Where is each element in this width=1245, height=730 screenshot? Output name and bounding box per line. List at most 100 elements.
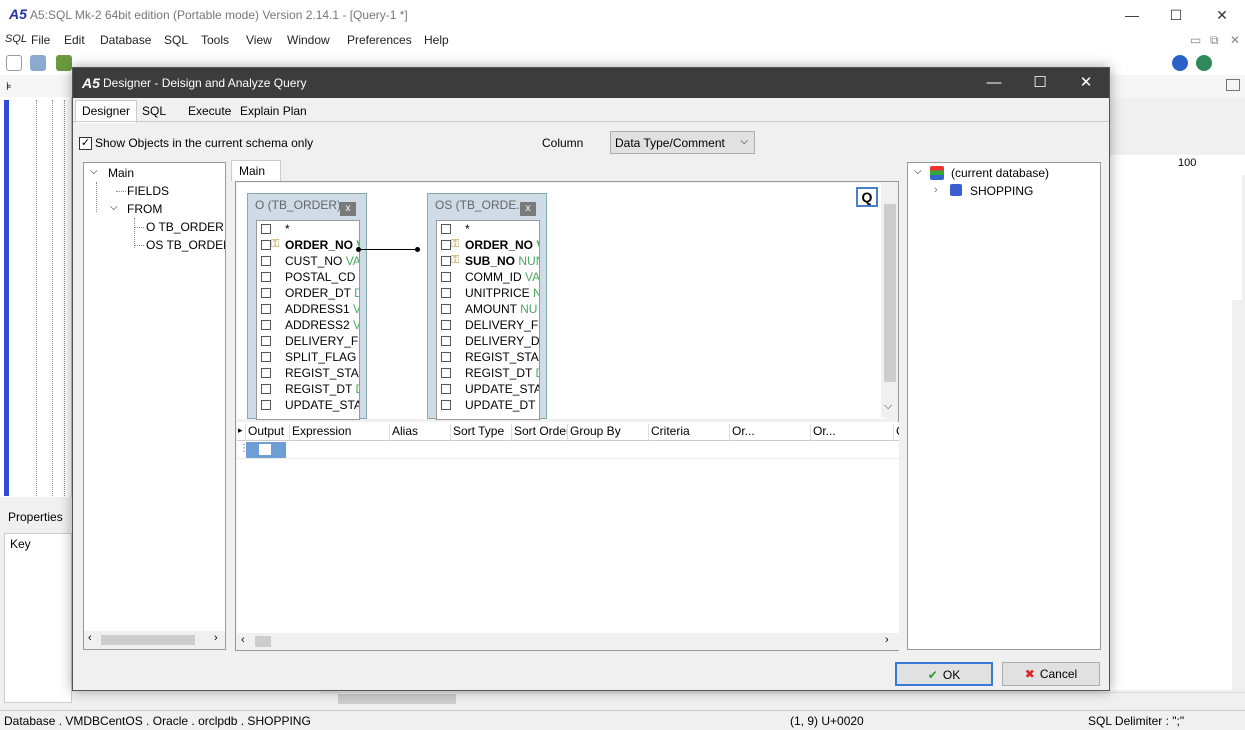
column-checkbox[interactable] xyxy=(441,352,451,362)
table-canvas[interactable]: Q O (TB_ORDER) x * ⚿ORDER_NO V CUST_NO V… xyxy=(237,183,885,420)
cancel-button[interactable]: ✖ Cancel xyxy=(1002,662,1100,686)
column-checkbox[interactable] xyxy=(261,384,271,394)
scroll-left-icon[interactable]: ‹ xyxy=(241,634,245,646)
table-box-tb-order-s[interactable]: OS (TB_ORDE... x * ⚿ORDER_NO V ⚿SUB_NO N… xyxy=(427,193,547,420)
grid-column-header[interactable]: Alias xyxy=(389,424,450,441)
column-checkbox[interactable] xyxy=(261,288,271,298)
tree-node-table[interactable]: O TB_ORDER xyxy=(146,220,224,234)
grid-row[interactable]: ⋮ xyxy=(237,441,899,459)
new-file-icon[interactable] xyxy=(6,55,22,71)
tree-node-fields[interactable]: FIELDS xyxy=(127,184,169,198)
column-row[interactable]: CUST_NO VAR xyxy=(257,253,359,269)
chevron-down-icon[interactable]: ⌵ xyxy=(110,202,118,213)
grid-column-header[interactable]: Or... xyxy=(729,424,810,441)
scroll-down-icon[interactable]: ⌵ xyxy=(884,400,892,413)
dialog-close-button[interactable]: ✕ xyxy=(1063,68,1109,98)
grid-column-header[interactable]: Output xyxy=(245,424,289,441)
column-row[interactable]: * xyxy=(437,221,539,237)
column-row[interactable]: DELIVERY_FLA xyxy=(437,317,539,333)
tree-toggle-icon[interactable]: ⊧ xyxy=(6,80,12,93)
column-checkbox[interactable] xyxy=(441,384,451,394)
column-row[interactable]: * xyxy=(257,221,359,237)
editor-horizontal-scrollbar[interactable] xyxy=(320,692,1245,706)
column-row[interactable]: DELIVERY_FLA xyxy=(257,333,359,349)
grid-column-header[interactable]: Expression xyxy=(289,424,389,441)
chevron-down-icon[interactable]: ⌵ xyxy=(90,166,98,177)
column-checkbox[interactable] xyxy=(261,368,271,378)
tab-main[interactable]: Main xyxy=(231,160,281,181)
menu-edit[interactable]: Edit xyxy=(64,33,85,47)
column-row[interactable]: ORDER_DT DA xyxy=(257,285,359,301)
column-row[interactable]: REGIST_DT DA xyxy=(257,381,359,397)
column-row[interactable]: COMM_ID VA xyxy=(437,269,539,285)
tree-node-table[interactable]: OS TB_ORDER_S xyxy=(146,238,225,252)
mdi-close-button[interactable]: ✕ xyxy=(1230,33,1240,47)
column-checkbox[interactable] xyxy=(261,272,271,282)
ok-button[interactable]: ✔ OK xyxy=(895,662,993,686)
scroll-left-icon[interactable]: ‹ xyxy=(88,632,92,644)
grid-horizontal-scrollbar[interactable]: ‹ › xyxy=(237,633,899,650)
tree-node-main[interactable]: Main xyxy=(108,166,134,180)
help-icon[interactable] xyxy=(1172,55,1188,71)
canvas-scroll-thumb[interactable] xyxy=(884,204,896,382)
column-checkbox[interactable] xyxy=(441,224,451,234)
tab-explain-plan[interactable]: Explain Plan xyxy=(233,100,314,121)
tree-horizontal-scrollbar[interactable]: ‹ › xyxy=(84,631,225,649)
menu-preferences[interactable]: Preferences xyxy=(347,33,412,47)
web-icon[interactable] xyxy=(1196,55,1212,71)
tree-scroll-thumb[interactable] xyxy=(101,635,195,645)
grid-column-header[interactable]: Criteria xyxy=(648,424,729,441)
column-row[interactable]: DELIVERY_DAT xyxy=(437,333,539,349)
column-checkbox[interactable] xyxy=(441,304,451,314)
tree-node-from[interactable]: FROM xyxy=(127,202,162,216)
show-objects-checkbox[interactable]: ✓ xyxy=(79,137,92,150)
column-checkbox[interactable] xyxy=(261,320,271,330)
column-checkbox[interactable] xyxy=(441,256,451,266)
dialog-maximize-button[interactable]: ☐ xyxy=(1017,68,1063,98)
column-row[interactable]: ADDRESS2 VA xyxy=(257,317,359,333)
column-checkbox[interactable] xyxy=(261,304,271,314)
column-row[interactable]: SPLIT_FLAG C xyxy=(257,349,359,365)
column-mode-select[interactable]: Data Type/Comment ⌵ xyxy=(610,131,755,154)
output-checkbox[interactable] xyxy=(259,444,271,455)
column-checkbox[interactable] xyxy=(261,400,271,410)
column-row[interactable]: ⚿ SUB_NO NUN xyxy=(437,253,539,269)
grid-column-header[interactable]: Group By xyxy=(567,424,648,441)
close-icon[interactable]: x xyxy=(520,202,536,216)
main-maximize-button[interactable]: ☐ xyxy=(1153,0,1199,31)
column-row[interactable]: UPDATE_STAF xyxy=(257,397,359,413)
panel-toggle-icon[interactable] xyxy=(1226,79,1240,91)
column-checkbox[interactable] xyxy=(441,368,451,378)
close-icon[interactable]: x xyxy=(340,202,356,216)
mdi-minimize-button[interactable]: ▭ xyxy=(1190,33,1201,47)
chevron-down-icon[interactable]: ⌵ xyxy=(914,166,922,177)
column-row[interactable]: ADDRESS1 VA xyxy=(257,301,359,317)
tab-sql[interactable]: SQL xyxy=(135,100,173,121)
table-box-tb-order[interactable]: O (TB_ORDER) x * ⚿ORDER_NO V CUST_NO VAR… xyxy=(247,193,367,420)
column-checkbox[interactable] xyxy=(441,288,451,298)
join-relation-line[interactable] xyxy=(357,249,419,250)
column-row[interactable]: POSTAL_CD V xyxy=(257,269,359,285)
column-row[interactable]: UPDATE_DT D xyxy=(437,397,539,413)
editor-area[interactable] xyxy=(1110,175,1242,690)
tab-execute[interactable]: Execute xyxy=(181,100,238,121)
dialog-minimize-button[interactable]: — xyxy=(971,68,1017,98)
menu-database[interactable]: Database xyxy=(100,33,151,47)
column-checkbox[interactable] xyxy=(441,272,451,282)
grid-column-header[interactable]: C xyxy=(893,424,899,441)
grid-scroll-thumb[interactable] xyxy=(255,636,271,647)
column-checkbox[interactable] xyxy=(261,240,271,250)
chevron-right-icon[interactable]: › xyxy=(934,184,938,196)
scroll-right-icon[interactable]: › xyxy=(214,632,218,644)
column-row[interactable]: REGIST_DT DA xyxy=(437,365,539,381)
menu-file[interactable]: File xyxy=(31,33,50,47)
column-row[interactable]: UNITPRICE NU xyxy=(437,285,539,301)
editor-vertical-scrollbar[interactable] xyxy=(1232,300,1245,690)
mdi-restore-button[interactable]: ⧉ xyxy=(1210,33,1219,48)
grid-column-header[interactable]: Sort Type xyxy=(450,424,511,441)
menu-window[interactable]: Window xyxy=(287,33,330,47)
db-tool-icon[interactable] xyxy=(56,55,72,71)
column-row[interactable]: REGIST_STAFF xyxy=(257,365,359,381)
grid-column-header[interactable]: Sort Order xyxy=(511,424,567,441)
main-close-button[interactable]: ✕ xyxy=(1199,0,1245,31)
